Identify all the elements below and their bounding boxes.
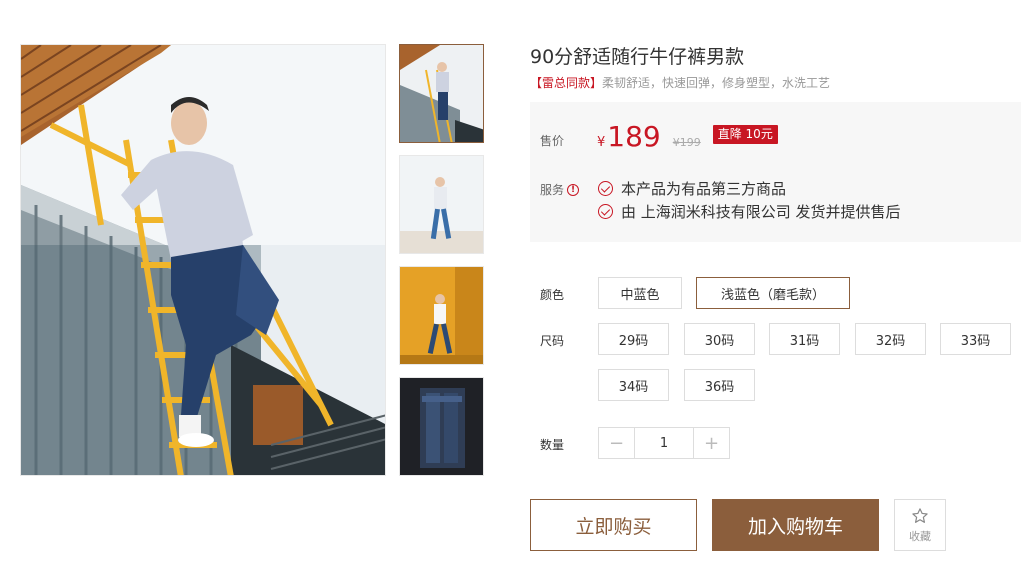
product-subtitle: 【雷总同款】柔韧舒适，快速回弹，修身塑型，水洗工艺 bbox=[530, 74, 1021, 92]
size-option-30[interactable]: 30码 bbox=[684, 323, 755, 355]
color-option-light-blue[interactable]: 浅蓝色（磨毛款） bbox=[696, 277, 850, 309]
size-option-32[interactable]: 32码 bbox=[855, 323, 926, 355]
service-label: 服务 bbox=[540, 183, 565, 197]
service-item: 由 上海润米科技有限公司 发货并提供售后 bbox=[598, 200, 901, 223]
quantity-stepper: − 1 + bbox=[598, 427, 730, 459]
star-icon bbox=[912, 507, 928, 523]
thumbnail-2[interactable] bbox=[399, 155, 484, 254]
discount-badge: 直降 10元 bbox=[712, 124, 778, 144]
favorite-button[interactable]: 收藏 bbox=[894, 499, 946, 551]
check-circle-icon bbox=[598, 181, 613, 196]
size-option-29[interactable]: 29码 bbox=[598, 323, 669, 355]
quantity-label: 数量 bbox=[540, 438, 565, 452]
price-currency: ¥ bbox=[597, 135, 606, 150]
thumbnail-1[interactable] bbox=[399, 44, 484, 143]
product-title: 90分舒适随行牛仔裤男款 bbox=[530, 46, 745, 68]
buy-now-button[interactable]: 立即购买 bbox=[530, 499, 697, 551]
size-option-34[interactable]: 34码 bbox=[598, 369, 669, 401]
quantity-value[interactable]: 1 bbox=[634, 428, 694, 458]
service-label-row: 服务 ! bbox=[540, 181, 580, 198]
color-option-mid-blue[interactable]: 中蓝色 bbox=[598, 277, 682, 309]
subtitle-tag: 【雷总同款】 bbox=[530, 76, 603, 90]
subtitle-text: 柔韧舒适，快速回弹，修身塑型，水洗工艺 bbox=[602, 76, 831, 90]
favorite-label: 收藏 bbox=[909, 529, 931, 543]
thumbnail-list bbox=[399, 44, 484, 488]
price-panel: 售价 ¥ 189 ¥199 直降 10元 服务 ! 本产品为有品第三方商品 由 … bbox=[530, 102, 1021, 242]
size-option-31[interactable]: 31码 bbox=[769, 323, 840, 355]
add-to-cart-button[interactable]: 加入购物车 bbox=[712, 499, 879, 551]
info-icon[interactable]: ! bbox=[567, 183, 580, 196]
color-label: 颜色 bbox=[540, 288, 565, 302]
price-row: ¥ 189 ¥199 直降 10元 bbox=[597, 122, 778, 152]
size-label: 尺码 bbox=[540, 334, 565, 348]
price-value: 189 bbox=[607, 120, 661, 153]
size-option-36[interactable]: 36码 bbox=[684, 369, 755, 401]
product-page: 90分舒适随行牛仔裤男款 【雷总同款】柔韧舒适，快速回弹，修身塑型，水洗工艺 售… bbox=[0, 0, 1021, 566]
service-item-text: 由 上海润米科技有限公司 发货并提供售后 bbox=[621, 203, 901, 221]
original-price: ¥199 bbox=[672, 136, 701, 149]
check-circle-icon bbox=[598, 204, 613, 219]
main-product-image bbox=[20, 44, 386, 476]
thumbnail-4[interactable] bbox=[399, 377, 484, 476]
size-option-33[interactable]: 33码 bbox=[940, 323, 1011, 355]
product-info: 90分舒适随行牛仔裤男款 【雷总同款】柔韧舒适，快速回弹，修身塑型，水洗工艺 售… bbox=[530, 44, 1021, 242]
service-list: 本产品为有品第三方商品 由 上海润米科技有限公司 发货并提供售后 bbox=[598, 177, 901, 223]
price-label: 售价 bbox=[540, 134, 565, 148]
quantity-plus-button[interactable]: + bbox=[694, 428, 729, 458]
quantity-minus-button[interactable]: − bbox=[599, 428, 634, 458]
thumbnail-3[interactable] bbox=[399, 266, 484, 365]
service-item-text: 本产品为有品第三方商品 bbox=[621, 180, 787, 198]
service-item: 本产品为有品第三方商品 bbox=[598, 177, 901, 200]
